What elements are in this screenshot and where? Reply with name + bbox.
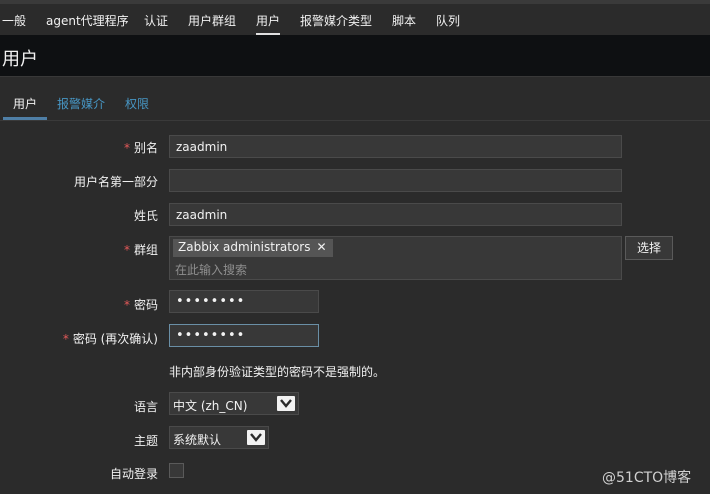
surname-label: 姓氏 [133, 209, 158, 223]
password-confirm-label: * 密码 (再次确认) [62, 332, 158, 346]
group-chip: Zabbix administrators ✕ [173, 239, 333, 257]
autologin-checkbox[interactable] [169, 463, 184, 478]
nav-user-groups[interactable]: 用户群组 [188, 12, 236, 36]
groups-multiselect[interactable]: Zabbix administrators ✕ 在此输入搜索 [169, 236, 622, 280]
theme-select[interactable]: 系统默认 [169, 426, 269, 449]
groups-search-input[interactable]: 在此输入搜索 [175, 261, 247, 278]
required-marker: * [123, 298, 130, 312]
remove-icon[interactable]: ✕ [316, 240, 326, 254]
chevron-down-icon [247, 430, 265, 445]
tab-bar: 用户 报警媒介 权限 [0, 92, 710, 120]
required-marker: * [62, 332, 69, 346]
theme-label: 主题 [133, 434, 158, 448]
language-label: 语言 [133, 400, 158, 414]
nav-scripts[interactable]: 脚本 [392, 12, 416, 36]
chevron-down-icon [277, 396, 295, 411]
page-title: 用户 [2, 49, 38, 70]
top-navigation: 一般 agent代理程序 认证 用户群组 用户 报警媒介类型 脚本 队列 [0, 0, 710, 36]
title-bar: 用户 [0, 35, 710, 77]
nav-queue[interactable]: 队列 [436, 12, 460, 36]
password-note: 非内部身份验证类型的密码不是强制的。 [169, 365, 386, 379]
tab-media[interactable]: 报警媒介 [57, 95, 105, 120]
nav-agent-proxy[interactable]: agent代理程序 [46, 12, 129, 36]
surname-input[interactable]: zaadmin [169, 203, 622, 226]
password-label: * 密码 [123, 298, 158, 312]
nav-authentication[interactable]: 认证 [144, 12, 168, 36]
watermark: @51CTO博客 [602, 470, 692, 486]
nav-general[interactable]: 一般 [2, 12, 26, 36]
password-confirm-input[interactable]: •••••••• [169, 324, 319, 347]
required-marker: * [123, 243, 130, 257]
alias-input[interactable]: zaadmin [169, 135, 622, 158]
password-input[interactable]: •••••••• [169, 290, 319, 313]
language-select[interactable]: 中文 (zh_CN) [169, 392, 299, 415]
select-groups-button[interactable]: 选择 [625, 236, 673, 260]
alias-label: * 别名 [123, 141, 158, 155]
name-label: 用户名第一部分 [73, 175, 158, 189]
groups-label: * 群组 [123, 243, 158, 257]
name-input[interactable] [169, 169, 622, 192]
required-marker: * [123, 141, 130, 155]
autologin-label: 自动登录 [109, 467, 158, 481]
nav-media-types[interactable]: 报警媒介类型 [300, 12, 372, 36]
tab-permissions[interactable]: 权限 [125, 95, 149, 120]
nav-users[interactable]: 用户 [256, 12, 281, 36]
